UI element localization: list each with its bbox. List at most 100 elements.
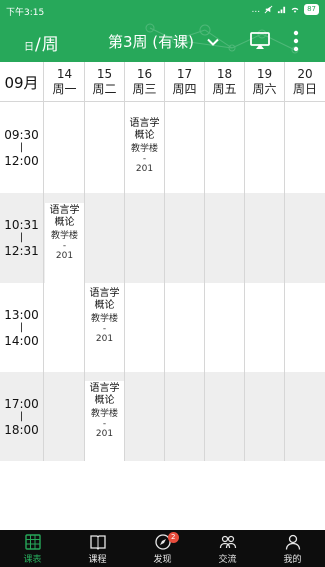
course-location: 教学楼 - 201	[85, 409, 124, 440]
day-header[interactable]: 17 周四	[165, 62, 205, 102]
nav-item-courses[interactable]: 课程	[65, 530, 130, 567]
day-date: 16	[136, 67, 153, 81]
day-weekday: 周五	[212, 82, 237, 96]
time-slot-label: 17:00 | 18:00	[0, 372, 44, 461]
chevron-down-icon	[207, 38, 219, 46]
time-slot-row: 17:00 | 18:00	[0, 372, 325, 461]
day-header[interactable]: 18 周五	[205, 62, 245, 102]
course-dash: -	[102, 324, 107, 334]
slot-divider: |	[19, 410, 24, 422]
signal-dots: ...	[251, 4, 261, 15]
nav-label: 课程	[88, 555, 107, 565]
course-building: 教学楼	[90, 409, 118, 419]
wifi-icon	[291, 7, 299, 13]
day-header[interactable]: 19 周六	[245, 62, 285, 102]
status-bar: 下午3:15 ... 87	[0, 0, 325, 20]
course-room: 201	[95, 334, 114, 344]
calendar-header: 09月 14 周一 15 周二 16 周三 17 周四 18 周五 19 周六 20 周日	[0, 62, 325, 102]
course-dash: -	[62, 241, 67, 251]
notification-badge: 2	[167, 532, 179, 543]
status-time: 下午3:15	[6, 8, 45, 18]
bottom-nav: 课表 课程 2 发现 交流 我的	[0, 530, 325, 567]
day-weekday: 周三	[132, 82, 157, 96]
day-date: 14	[56, 67, 73, 81]
nav-label: 交流	[218, 555, 237, 565]
battery-indicator: 87	[304, 4, 319, 15]
time-slot-label: 10:31 | 12:31	[0, 193, 44, 283]
time-slot-row: 13:00 | 14:00	[0, 283, 325, 372]
week-selector[interactable]: 第3周 (有课)	[108, 31, 220, 52]
day-header[interactable]: 15 周二	[85, 62, 125, 102]
course-card[interactable]: 语言学概论 教学楼 - 201	[125, 116, 164, 193]
day-header[interactable]: 16 周三	[125, 62, 165, 102]
book-icon	[89, 535, 106, 550]
nav-item-community[interactable]: 交流	[195, 530, 260, 567]
slot-divider: |	[19, 141, 24, 153]
nav-label: 我的	[283, 555, 302, 565]
course-room: 201	[95, 429, 114, 439]
week-title: 第3周 (有课)	[108, 33, 195, 51]
course-building: 教学楼	[90, 314, 118, 324]
slot-divider: |	[19, 232, 24, 243]
course-name: 语言学概论	[89, 383, 120, 406]
course-room: 201	[55, 251, 74, 261]
app-bar: 日 / 周 第3周 (有课)	[0, 20, 325, 62]
slot-start: 09:30	[4, 127, 39, 142]
slot-end: 12:31	[4, 244, 39, 258]
nav-label: 发现	[153, 555, 172, 565]
day-header[interactable]: 14 周一	[45, 62, 85, 102]
schedule-grid: 09:30 | 12:00 10:31 | 12:31 13:00 | 14:0…	[0, 102, 325, 461]
column-divider	[284, 102, 285, 461]
slot-end: 12:00	[4, 153, 39, 168]
course-name: 语言学概论	[49, 205, 80, 228]
view-separator: /	[35, 35, 41, 55]
mute-icon	[264, 5, 273, 14]
time-slot-label: 13:00 | 14:00	[0, 283, 44, 372]
day-date: 19	[256, 67, 273, 81]
slot-start: 13:00	[4, 307, 39, 322]
day-weekday: 周二	[92, 82, 117, 96]
person-icon	[285, 534, 300, 550]
week-view-option[interactable]: 周	[42, 30, 59, 55]
day-weekday: 周四	[172, 82, 197, 96]
day-date: 20	[297, 67, 313, 81]
day-date: 17	[176, 67, 193, 81]
course-building: 教学楼	[130, 144, 158, 154]
nav-label: 课表	[23, 555, 42, 565]
calendar-grid-icon	[24, 534, 41, 550]
column-divider	[164, 102, 165, 461]
day-header[interactable]: 20 周日	[285, 62, 325, 102]
nav-item-profile[interactable]: 我的	[260, 530, 325, 567]
day-weekday: 周一	[52, 82, 77, 96]
day-date: 15	[96, 67, 113, 81]
column-divider	[204, 102, 205, 461]
people-icon	[219, 535, 236, 549]
course-name: 语言学概论	[89, 288, 120, 311]
course-card[interactable]: 语言学概论 教学楼 - 201	[85, 286, 124, 372]
day-date: 18	[216, 67, 233, 81]
day-weekday: 周日	[292, 82, 317, 96]
course-location: 教学楼 - 201	[85, 314, 124, 345]
course-location: 教学楼 - 201	[125, 144, 164, 175]
day-view-option[interactable]: 日	[24, 38, 34, 53]
nav-item-schedule[interactable]: 课表	[0, 530, 65, 567]
course-location: 教学楼 - 201	[45, 231, 84, 262]
slot-start: 10:31	[4, 218, 39, 232]
screen-cast-icon[interactable]	[250, 32, 270, 50]
course-card[interactable]: 语言学概论 教学楼 - 201	[85, 381, 124, 461]
slot-end: 14:00	[4, 333, 39, 348]
nav-item-discover[interactable]: 2 发现	[130, 530, 195, 567]
slot-start: 17:00	[4, 396, 39, 411]
course-name: 语言学概论	[129, 118, 160, 141]
month-label: 09月	[0, 62, 44, 102]
signal-icon	[277, 6, 286, 14]
course-card[interactable]: 语言学概论 教学楼 - 201	[45, 203, 84, 283]
day-week-toggle[interactable]: 日 / 周	[24, 30, 59, 55]
time-slot-label: 09:30 | 12:00	[0, 102, 44, 193]
slot-end: 18:00	[4, 422, 39, 437]
course-dash: -	[102, 419, 107, 429]
status-icons: ... 87	[251, 4, 319, 15]
course-building: 教学楼	[50, 231, 78, 241]
more-options-icon[interactable]	[289, 29, 303, 53]
course-dash: -	[142, 154, 147, 164]
